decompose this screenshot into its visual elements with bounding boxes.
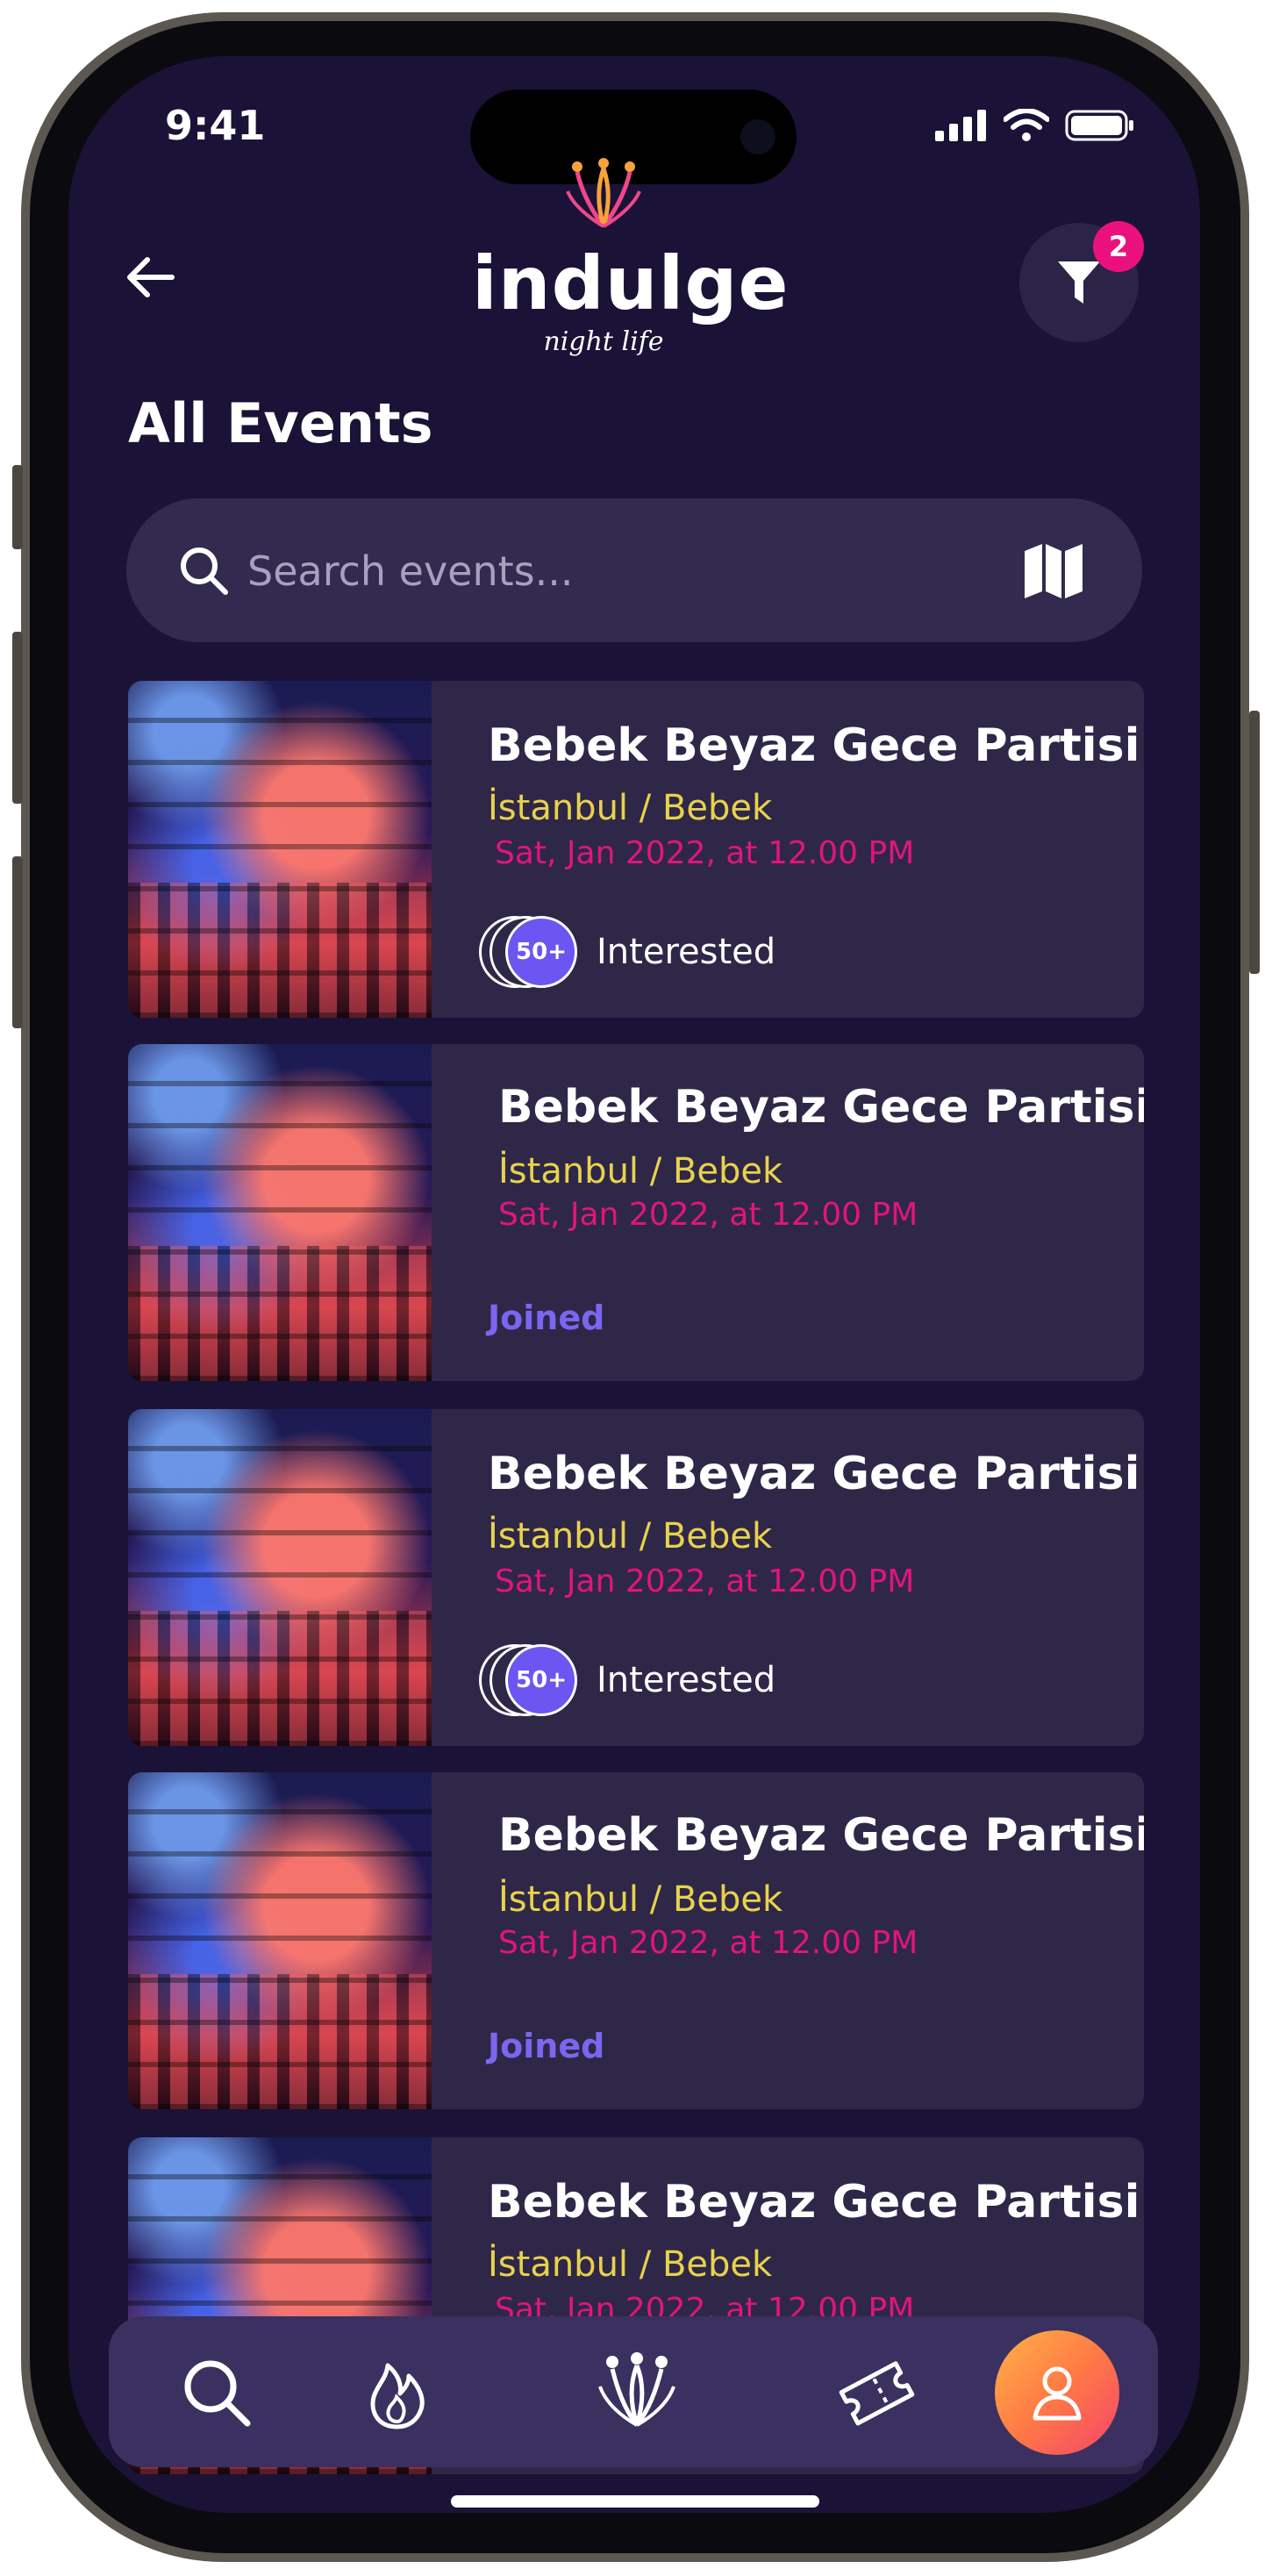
attendee-avatars: 50+ — [479, 1644, 582, 1716]
ticket-icon[interactable] — [837, 2353, 916, 2432]
event-date: Sat, Jan 2022, at 12.00 PM — [498, 1197, 918, 1233]
event-card[interactable]: Bebek Beyaz Gece Partisi İstanbul / Bebe… — [128, 1772, 1144, 2109]
filter-count-badge: 2 — [1093, 221, 1144, 272]
map-icon[interactable] — [1023, 542, 1084, 600]
event-card[interactable]: Bebek Beyaz Gece Partisi İstanbul / Bebe… — [128, 1044, 1144, 1381]
event-card[interactable]: Bebek Beyaz Gece Partisi İstanbul / Bebe… — [128, 681, 1144, 1018]
home-indicator — [451, 2495, 819, 2508]
search-icon — [181, 547, 228, 595]
attendee-count: 50+ — [505, 1644, 577, 1716]
search-bar — [126, 498, 1142, 642]
status-time: 9:41 — [165, 102, 266, 149]
event-title: Bebek Beyaz Gece Partisi — [498, 1081, 1144, 1134]
search-input[interactable] — [246, 535, 951, 607]
silent-switch — [12, 465, 23, 549]
event-card[interactable]: Bebek Beyaz Gece Partisi İstanbul / Bebe… — [128, 1409, 1144, 1746]
back-arrow-icon[interactable] — [123, 249, 179, 305]
logo-crown-icon — [566, 158, 641, 228]
interested-label: Interested — [597, 932, 776, 972]
interested-indicator: 50+ Interested — [479, 1644, 775, 1716]
event-location: İstanbul / Bebek — [488, 2244, 773, 2285]
event-image — [128, 1772, 432, 2109]
event-location: İstanbul / Bebek — [488, 1516, 773, 1556]
joined-label: Joined — [488, 2027, 605, 2065]
filter-icon — [1058, 261, 1100, 304]
event-title: Bebek Beyaz Gece Partisi — [488, 719, 1140, 772]
joined-label: Joined — [488, 1299, 605, 1337]
event-title: Bebek Beyaz Gece Partisi — [498, 1809, 1144, 1862]
fire-icon[interactable] — [358, 2353, 437, 2432]
app-logo: indulge night life — [472, 158, 790, 363]
volume-down-button — [12, 856, 23, 1028]
event-image — [128, 1044, 432, 1381]
event-location: İstanbul / Bebek — [498, 1879, 783, 1920]
logo-wordmark: indulge — [472, 240, 790, 326]
battery-icon — [1065, 110, 1133, 141]
bottom-nav — [109, 2316, 1158, 2467]
event-image — [128, 681, 432, 1018]
event-title: Bebek Beyaz Gece Partisi — [488, 1448, 1140, 1500]
logo-tagline: night life — [543, 326, 664, 357]
event-location: İstanbul / Bebek — [488, 788, 773, 828]
attendee-count: 50+ — [505, 916, 577, 988]
event-date: Sat, Jan 2022, at 12.00 PM — [495, 1563, 915, 1599]
interested-indicator: 50+ Interested — [479, 916, 775, 988]
volume-up-button — [12, 632, 23, 804]
event-date: Sat, Jan 2022, at 12.00 PM — [495, 835, 915, 871]
page-title: All Events — [128, 391, 433, 455]
event-location: İstanbul / Bebek — [498, 1151, 783, 1191]
phone-screen: 9:41 indulge night life 2 All Events Sea… — [68, 56, 1200, 2513]
wifi-icon — [1004, 109, 1049, 141]
indulge-logo-icon[interactable] — [595, 2348, 679, 2432]
event-image — [128, 1409, 432, 1746]
profile-icon — [1033, 2366, 1082, 2421]
attendee-avatars: 50+ — [479, 916, 582, 988]
event-date: Sat, Jan 2022, at 12.00 PM — [498, 1925, 918, 1961]
interested-label: Interested — [597, 1660, 776, 1700]
cellular-signal-icon — [935, 110, 986, 141]
status-icons — [935, 109, 1135, 142]
power-button — [1249, 711, 1260, 974]
event-title: Bebek Beyaz Gece Partisi — [488, 2176, 1140, 2229]
profile-button[interactable] — [995, 2330, 1119, 2455]
search-icon[interactable] — [177, 2353, 256, 2432]
front-camera — [740, 119, 775, 154]
